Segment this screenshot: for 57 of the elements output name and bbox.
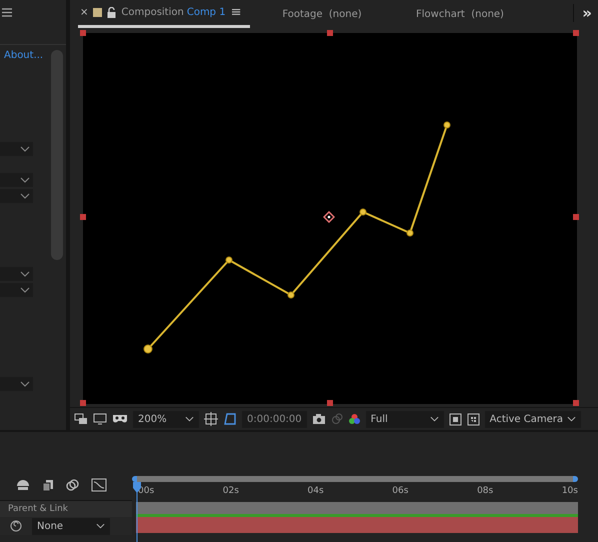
lock-icon[interactable]	[107, 7, 116, 18]
dropdown[interactable]	[0, 173, 33, 187]
graph-editor-icon[interactable]	[91, 478, 107, 492]
preview-icon[interactable]	[74, 413, 88, 425]
bounding-handle[interactable]	[573, 30, 579, 36]
label-color-icon	[93, 8, 102, 17]
bounding-handle[interactable]	[80, 30, 86, 36]
snapshot-icon[interactable]	[330, 413, 343, 425]
chevron-icon	[566, 416, 576, 422]
bounding-handle[interactable]	[327, 30, 333, 36]
ruler-label: 06s	[392, 486, 408, 498]
scrollbar[interactable]	[51, 50, 63, 260]
mask-path-icon[interactable]	[223, 412, 237, 426]
channel-icon[interactable]	[348, 412, 361, 426]
ruler-label: 02s	[222, 486, 239, 498]
dropdown[interactable]	[0, 142, 33, 156]
parent-dropdown[interactable]: None	[32, 518, 110, 534]
anchor-point-icon[interactable]	[323, 211, 335, 223]
ruler-label: 10s	[562, 486, 578, 498]
bounding-handle[interactable]	[327, 400, 333, 406]
transparency-grid-icon[interactable]	[466, 412, 480, 426]
bounding-handle[interactable]	[80, 400, 86, 406]
bounding-handle[interactable]	[80, 214, 86, 220]
composition-tab[interactable]: × Composition Comp 1 ≡	[78, 0, 250, 28]
bounding-handle[interactable]	[573, 214, 579, 220]
region-icon[interactable]	[448, 412, 462, 426]
dropdown[interactable]	[0, 267, 33, 281]
ruler-label: 04s	[308, 486, 324, 498]
overflow-button[interactable]: »	[573, 4, 592, 22]
chevron-icon	[96, 523, 105, 529]
dropdown[interactable]	[0, 377, 33, 391]
dropdown[interactable]	[0, 189, 33, 203]
monitor-icon[interactable]	[93, 413, 107, 425]
pick-whip-icon[interactable]	[10, 520, 22, 532]
chevron-icon	[20, 381, 30, 387]
menu-icon[interactable]	[2, 8, 12, 17]
work-area-track[interactable]	[136, 502, 578, 517]
motion-blur-icon[interactable]	[66, 478, 79, 492]
chevron-icon	[185, 416, 194, 422]
about-link[interactable]: About...	[4, 50, 44, 61]
zoom-dropdown[interactable]: 200%	[133, 410, 199, 428]
shy-icon[interactable]	[16, 479, 30, 491]
panel-tab[interactable]: Footage (none)	[256, 0, 388, 28]
chevron-icon	[20, 146, 30, 152]
resolution-dropdown[interactable]: Full	[366, 410, 444, 428]
bounding-handle[interactable]	[573, 400, 579, 406]
column-header: Parent & Link	[8, 504, 68, 514]
camera-icon[interactable]	[312, 413, 326, 425]
frame-blend-icon[interactable]	[42, 478, 54, 492]
grid-icon[interactable]	[204, 412, 218, 426]
ruler-label: 08s	[477, 486, 494, 498]
mask-icon[interactable]	[112, 413, 128, 425]
chevron-icon	[430, 416, 439, 422]
dropdown[interactable]	[0, 283, 33, 297]
timecode-field[interactable]: 0:00:00:00	[242, 410, 307, 428]
panel-tab[interactable]: Flowchart (none)	[394, 0, 526, 28]
view-dropdown[interactable]: Active Camera	[484, 410, 581, 428]
